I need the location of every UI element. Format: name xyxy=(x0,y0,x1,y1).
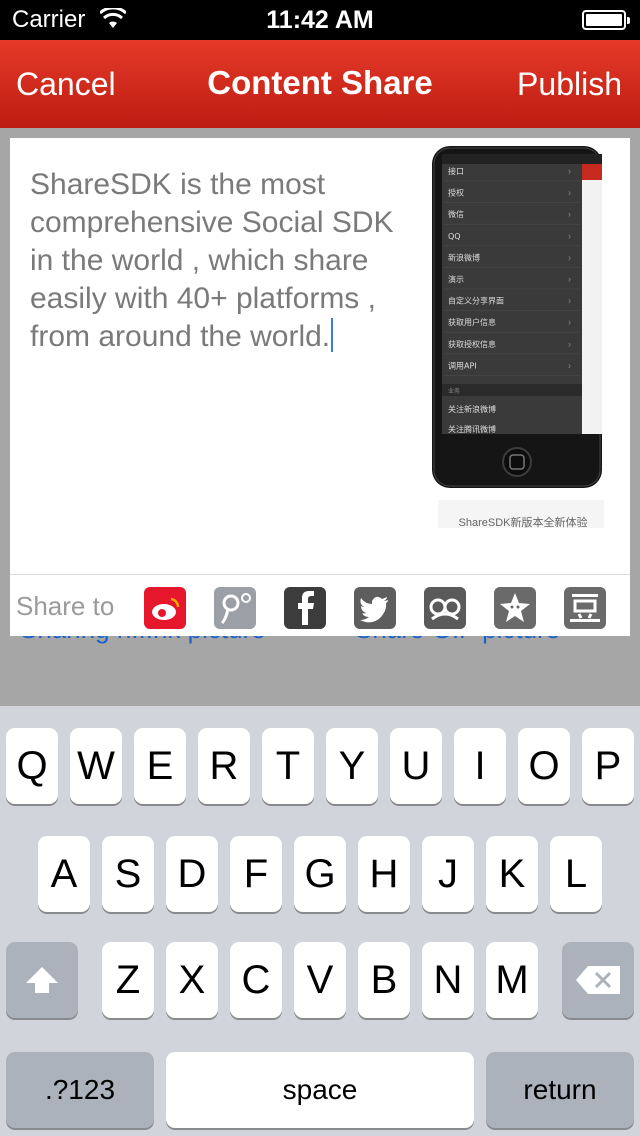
tencent-weibo-icon[interactable] xyxy=(214,587,256,629)
navigation-bar: Cancel Content Share Publish xyxy=(0,40,640,128)
key-l[interactable]: L xyxy=(550,836,602,912)
preview-section-item: 关注腾讯微博 xyxy=(448,424,496,434)
key-x[interactable]: X xyxy=(166,942,218,1018)
chevron-right-icon: › xyxy=(568,317,571,327)
key-t[interactable]: T xyxy=(262,728,314,804)
key-f[interactable]: F xyxy=(230,836,282,912)
key-p[interactable]: P xyxy=(582,728,634,804)
battery-icon xyxy=(582,10,630,30)
text-cursor xyxy=(331,318,334,352)
space-key[interactable]: space xyxy=(166,1052,474,1128)
chevron-right-icon: › xyxy=(568,296,571,306)
preview-menu-item: 获取授权信息 xyxy=(448,339,496,349)
key-u[interactable]: U xyxy=(390,728,442,804)
key-b[interactable]: B xyxy=(358,942,410,1018)
preview-section-item: 关注新浪微博 xyxy=(448,404,496,414)
twitter-icon[interactable] xyxy=(354,587,396,629)
key-n[interactable]: N xyxy=(422,942,474,1018)
key-i[interactable]: I xyxy=(454,728,506,804)
post-text-input[interactable]: ShareSDK is the most comprehensive Socia… xyxy=(30,166,400,356)
chevron-right-icon: › xyxy=(568,166,571,176)
key-z[interactable]: Z xyxy=(102,942,154,1018)
status-bar: Carrier 11:42 AM xyxy=(0,0,640,40)
key-j[interactable]: J xyxy=(422,836,474,912)
shift-key[interactable] xyxy=(6,942,78,1018)
renren-icon[interactable] xyxy=(424,587,466,629)
preview-menu-item: 获取用户信息 xyxy=(448,317,496,327)
chevron-right-icon: › xyxy=(568,339,571,349)
chevron-right-icon: › xyxy=(568,360,571,370)
clock: 11:42 AM xyxy=(266,6,374,34)
chevron-right-icon: › xyxy=(568,252,571,262)
preview-menu-item: 自定义分享界面 xyxy=(448,296,504,306)
preview-menu-item: 演示 xyxy=(448,274,464,284)
key-q[interactable]: Q xyxy=(6,728,58,804)
share-card: ShareSDK is the most comprehensive Socia… xyxy=(10,138,630,636)
key-v[interactable]: V xyxy=(294,942,346,1018)
chevron-right-icon: › xyxy=(568,209,571,219)
preview-image[interactable]: 接口 › 授权 › 微信 › QQ › 新浪微博 › 演示 › 自定义分享界面 › 获取用户信息 › 获取授权信… xyxy=(430,146,616,534)
share-to-bar: Share to xyxy=(10,574,630,637)
numbers-key[interactable]: .?123 xyxy=(6,1052,154,1128)
facebook-icon[interactable] xyxy=(284,587,326,629)
delete-key[interactable] xyxy=(562,942,634,1018)
preview-menu-item: QQ xyxy=(448,232,461,241)
chevron-right-icon: › xyxy=(568,274,571,284)
douban-icon[interactable] xyxy=(564,587,606,629)
key-g[interactable]: G xyxy=(294,836,346,912)
return-key[interactable]: return xyxy=(486,1052,634,1128)
post-text: ShareSDK is the most comprehensive Socia… xyxy=(30,168,394,353)
preview-menu-item: 微信 xyxy=(448,209,464,219)
chevron-right-icon: › xyxy=(568,188,571,198)
key-k[interactable]: K xyxy=(486,836,538,912)
key-o[interactable]: O xyxy=(518,728,570,804)
preview-section-label: 业务 xyxy=(448,387,460,395)
preview-caption: ShareSDK新版本全新体验 xyxy=(458,517,588,529)
key-r[interactable]: R xyxy=(198,728,250,804)
preview-menu-item: 授权 xyxy=(448,188,464,198)
key-d[interactable]: D xyxy=(166,836,218,912)
key-a[interactable]: A xyxy=(38,836,90,912)
key-h[interactable]: H xyxy=(358,836,410,912)
sina-weibo-icon[interactable] xyxy=(144,587,186,629)
keyboard: QWERTYUIOP ASDFGHJKL ZXCVBNM .?123 space… xyxy=(0,706,640,1136)
publish-button[interactable]: Publish xyxy=(517,66,622,103)
preview-menu-item: 接口 xyxy=(448,166,464,176)
share-to-label: Share to xyxy=(16,591,115,621)
key-m[interactable]: M xyxy=(486,942,538,1018)
key-e[interactable]: E xyxy=(134,728,186,804)
preview-menu-item: 调用API xyxy=(448,361,477,370)
key-w[interactable]: W xyxy=(70,728,122,804)
key-c[interactable]: C xyxy=(230,942,282,1018)
chevron-right-icon: › xyxy=(568,231,571,241)
qzone-icon[interactable] xyxy=(494,587,536,629)
key-y[interactable]: Y xyxy=(326,728,378,804)
preview-menu-item: 新浪微博 xyxy=(448,252,480,262)
key-s[interactable]: S xyxy=(102,836,154,912)
